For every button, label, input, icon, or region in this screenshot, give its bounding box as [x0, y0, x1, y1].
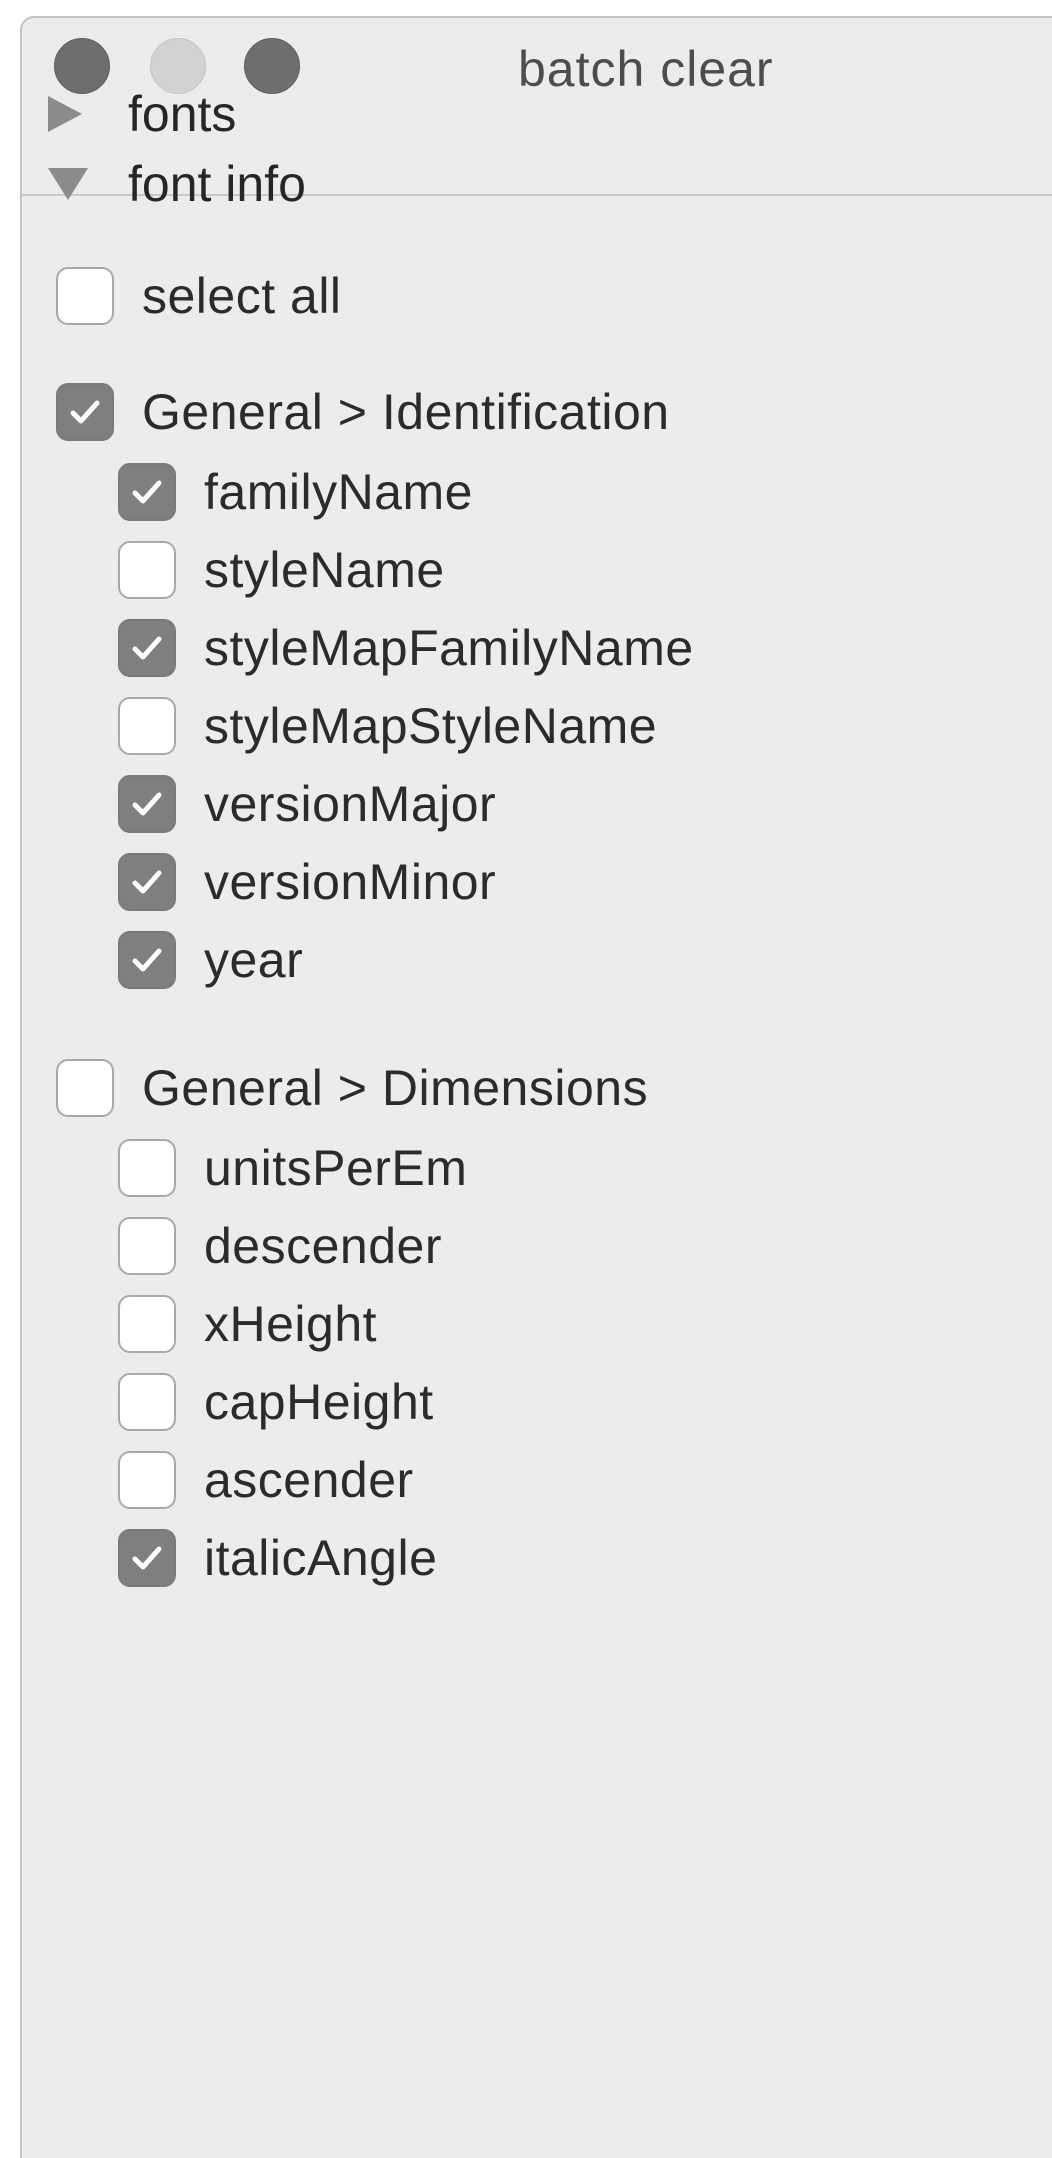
field-styleMapFamilyName-row[interactable]: styleMapFamilyName — [118, 612, 694, 684]
field-ascender-checkbox[interactable] — [118, 1451, 176, 1509]
group-1-label[interactable]: General > Dimensions — [142, 1059, 648, 1117]
field-italicAngle-label[interactable]: italicAngle — [204, 1529, 437, 1587]
group-0-label[interactable]: General > Identification — [142, 383, 670, 441]
field-capHeight-checkbox[interactable] — [118, 1373, 176, 1431]
field-versionMajor-row[interactable]: versionMajor — [118, 768, 496, 840]
checkmark-icon — [132, 480, 162, 504]
field-styleMapFamilyName-label[interactable]: styleMapFamilyName — [204, 619, 694, 677]
field-year-checkbox[interactable] — [118, 931, 176, 989]
field-versionMinor-row[interactable]: versionMinor — [118, 846, 496, 918]
field-descender-checkbox[interactable] — [118, 1217, 176, 1275]
field-styleMapStyleName-label[interactable]: styleMapStyleName — [204, 697, 657, 755]
field-xHeight-row[interactable]: xHeight — [118, 1288, 377, 1360]
field-unitsPerEm-checkbox[interactable] — [118, 1139, 176, 1197]
checkmark-icon — [132, 948, 162, 972]
fonts-section-label[interactable]: fonts — [128, 85, 236, 143]
field-familyName-checkbox[interactable] — [118, 463, 176, 521]
group-1-checkbox[interactable] — [56, 1059, 114, 1117]
field-styleName-row[interactable]: styleName — [118, 534, 445, 606]
checkmark-icon — [132, 792, 162, 816]
field-descender-row[interactable]: descender — [118, 1210, 442, 1282]
field-styleName-checkbox[interactable] — [118, 541, 176, 599]
group-1-row[interactable]: General > Dimensions — [56, 1052, 648, 1124]
field-unitsPerEm-label[interactable]: unitsPerEm — [204, 1139, 467, 1197]
batch-clear-window: batch clear fonts font info select all Ge… — [20, 16, 1052, 2158]
group-0-checkbox[interactable] — [56, 383, 114, 441]
field-versionMinor-checkbox[interactable] — [118, 853, 176, 911]
field-xHeight-label[interactable]: xHeight — [204, 1295, 377, 1353]
field-ascender-row[interactable]: ascender — [118, 1444, 414, 1516]
field-capHeight-label[interactable]: capHeight — [204, 1373, 434, 1431]
select-all-row[interactable]: select all — [56, 260, 342, 332]
field-unitsPerEm-row[interactable]: unitsPerEm — [118, 1132, 467, 1204]
field-styleMapStyleName-checkbox[interactable] — [118, 697, 176, 755]
group-0-row[interactable]: General > Identification — [56, 376, 670, 448]
field-styleMapFamilyName-checkbox[interactable] — [118, 619, 176, 677]
disclosure-right-triangle-icon[interactable] — [48, 96, 82, 132]
field-italicAngle-row[interactable]: italicAngle — [118, 1522, 437, 1594]
field-italicAngle-checkbox[interactable] — [118, 1529, 176, 1587]
field-familyName-row[interactable]: familyName — [118, 456, 473, 528]
select-all-checkbox[interactable] — [56, 267, 114, 325]
select-all-label[interactable]: select all — [142, 267, 342, 325]
font-info-section-toggle[interactable]: font info — [22, 140, 1052, 228]
checkmark-icon — [132, 636, 162, 660]
field-ascender-label[interactable]: ascender — [204, 1451, 414, 1509]
checkmark-icon — [70, 400, 100, 424]
font-info-section-label[interactable]: font info — [128, 155, 306, 213]
field-versionMajor-checkbox[interactable] — [118, 775, 176, 833]
field-familyName-label[interactable]: familyName — [204, 463, 473, 521]
checkmark-icon — [132, 1546, 162, 1570]
field-versionMajor-label[interactable]: versionMajor — [204, 775, 496, 833]
field-versionMinor-label[interactable]: versionMinor — [204, 853, 496, 911]
field-descender-label[interactable]: descender — [204, 1217, 442, 1275]
field-year-row[interactable]: year — [118, 924, 303, 996]
field-year-label[interactable]: year — [204, 931, 303, 989]
checkmark-icon — [132, 870, 162, 894]
disclosure-down-triangle-icon[interactable] — [48, 168, 88, 200]
field-capHeight-row[interactable]: capHeight — [118, 1366, 434, 1438]
field-xHeight-checkbox[interactable] — [118, 1295, 176, 1353]
field-styleMapStyleName-row[interactable]: styleMapStyleName — [118, 690, 657, 762]
field-styleName-label[interactable]: styleName — [204, 541, 445, 599]
